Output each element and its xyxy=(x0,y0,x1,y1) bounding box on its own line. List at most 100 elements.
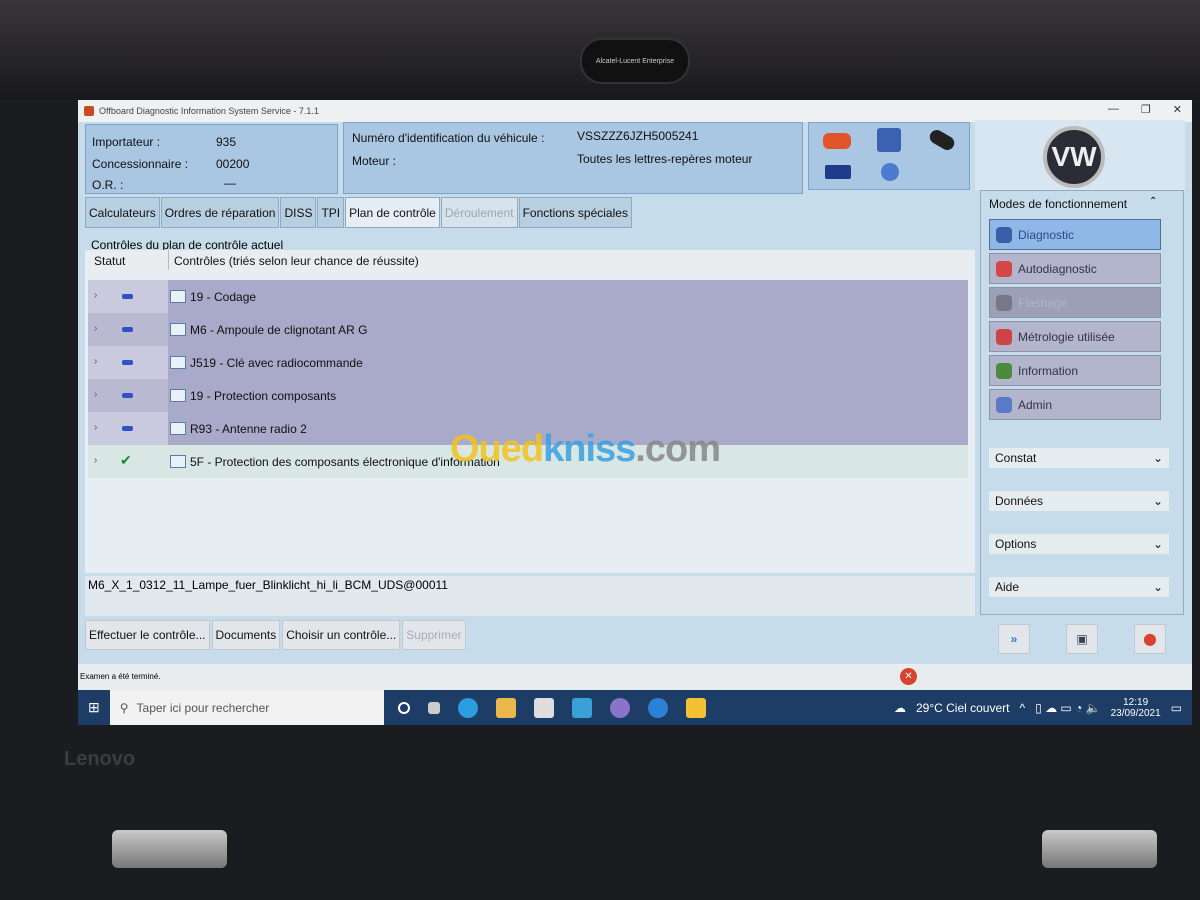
pending-status-icon xyxy=(122,360,133,365)
section-label: Constat xyxy=(995,451,1037,465)
vin-label: Numéro d'identification du véhicule : xyxy=(352,131,545,145)
windows-start-icon[interactable]: ⊞ xyxy=(88,699,100,716)
control-label: J519 - Clé avec radiocommande xyxy=(190,355,363,370)
tab-calculateurs[interactable]: Calculateurs xyxy=(85,197,160,228)
left-hinge xyxy=(112,830,227,868)
gauge-icon xyxy=(996,328,1012,345)
tab-fonctions-speciales[interactable]: Fonctions spéciales xyxy=(518,197,632,228)
search-icon: ⚲ xyxy=(119,700,129,715)
table-row[interactable]: › 19 - Codage xyxy=(88,280,968,313)
taskbar-search[interactable]: ⚲ Taper ici pour rechercher xyxy=(109,690,384,725)
collapse-icon[interactable]: ⌃ xyxy=(1149,196,1157,207)
network-icon[interactable] xyxy=(877,128,901,152)
teamviewer-icon[interactable] xyxy=(647,697,668,718)
tab-deroulement: Déroulement xyxy=(440,197,518,228)
info-icon[interactable] xyxy=(881,163,899,181)
fullscreen-icon[interactable]: ▣ xyxy=(1066,624,1098,654)
control-icon xyxy=(170,356,186,369)
section-constat[interactable]: Constat ⌄ xyxy=(989,448,1169,468)
weather-text[interactable]: 29°C Ciel couvert xyxy=(916,701,1010,715)
file-explorer-icon[interactable] xyxy=(495,697,516,718)
supprimer-button: Supprimer xyxy=(402,620,466,650)
control-icon xyxy=(170,389,186,402)
table-row[interactable]: › 19 - Protection composants xyxy=(88,379,968,412)
table-row[interactable]: › J519 - Clé avec radiocommande xyxy=(88,346,968,379)
key-icon[interactable] xyxy=(927,127,957,153)
taskbar: ⊞ ⚲ Taper ici pour rechercher ☁ 29°C Cie… xyxy=(78,690,1192,725)
notifications-icon[interactable]: ▭ xyxy=(1171,701,1182,715)
expand-icon[interactable]: › xyxy=(94,389,97,400)
section-donnees[interactable]: Données ⌄ xyxy=(989,491,1169,511)
app-icon xyxy=(84,106,94,116)
mode-autodiagnostic[interactable]: Autodiagnostic xyxy=(989,253,1161,284)
column-controles[interactable]: Contrôles (triés selon leur chance de ré… xyxy=(168,250,968,270)
time: 12:19 xyxy=(1123,696,1149,708)
odis-taskbar-icon[interactable] xyxy=(685,697,706,718)
autodiag-icon xyxy=(996,260,1012,277)
expand-icon[interactable]: › xyxy=(94,422,97,433)
expand-icon[interactable]: › xyxy=(94,290,97,301)
section-options[interactable]: Options ⌄ xyxy=(989,534,1169,554)
mode-information[interactable]: Information xyxy=(989,355,1161,386)
minimize-button[interactable]: — xyxy=(1108,103,1119,116)
tab-plan-de-controle[interactable]: Plan de contrôle xyxy=(345,197,440,228)
forward-icon[interactable]: » xyxy=(998,624,1030,654)
section-label: Données xyxy=(995,494,1044,508)
control-label: R93 - Antenne radio 2 xyxy=(190,421,307,436)
status-bar: Examen a été terminé. ✕ xyxy=(78,664,1192,690)
tray-overflow-icon[interactable]: ^ xyxy=(1019,701,1025,715)
close-icon[interactable]: ⬤ xyxy=(1134,624,1166,654)
edge-icon[interactable] xyxy=(457,697,478,718)
tray-icons[interactable]: ▯ ☁ ▭ ◔ 🔈 xyxy=(1035,701,1100,715)
expand-chevron-icon: ⌄ xyxy=(1152,451,1163,465)
viber-icon[interactable] xyxy=(609,697,630,718)
moteur-value: Toutes les lettres-repères moteur xyxy=(577,152,753,166)
control-cell: J519 - Clé avec radiocommande xyxy=(168,346,968,379)
section-aide[interactable]: Aide ⌄ xyxy=(989,577,1169,597)
vw-logo: VW xyxy=(1043,126,1105,188)
control-icon xyxy=(170,422,186,435)
maximize-button[interactable]: ❐ xyxy=(1141,103,1151,116)
brand-area: VW xyxy=(975,120,1185,190)
store-icon[interactable] xyxy=(533,697,554,718)
expand-icon[interactable]: › xyxy=(94,356,97,367)
close-window-button[interactable]: ✕ xyxy=(1173,103,1182,116)
control-label: 19 - Protection composants xyxy=(190,388,337,403)
expand-icon[interactable]: › xyxy=(94,455,97,466)
choisir-controle-button[interactable]: Choisir un contrôle... xyxy=(282,620,401,650)
or-label: O.R. : xyxy=(92,178,124,192)
expand-chevron-icon: ⌄ xyxy=(1152,537,1163,551)
tab-ordres-de-reparation[interactable]: Ordres de réparation xyxy=(160,197,280,228)
section-label: Aide xyxy=(995,580,1020,594)
table-row[interactable]: › M6 - Ampoule de clignotant AR G xyxy=(88,313,968,346)
error-icon[interactable]: ✕ xyxy=(900,668,917,685)
mode-flashage: Flashage xyxy=(989,287,1161,318)
documents-button[interactable]: Documents xyxy=(211,620,281,650)
detail-text: M6_X_1_0312_11_Lampe_fuer_Blinklicht_hi_… xyxy=(85,576,975,616)
vehicle-info: Numéro d'identification du véhicule : VS… xyxy=(343,122,803,194)
pending-status-icon xyxy=(122,393,133,398)
effectuer-controle-button[interactable]: Effectuer le contrôle... xyxy=(85,620,210,650)
mail-icon[interactable] xyxy=(571,697,592,718)
cortana-icon[interactable] xyxy=(397,701,410,714)
mode-metrologie[interactable]: Métrologie utilisée xyxy=(989,321,1161,352)
mode-diagnostic[interactable]: Diagnostic xyxy=(989,219,1161,250)
car-icon[interactable] xyxy=(823,133,851,149)
books-icon xyxy=(996,362,1012,379)
expand-icon[interactable]: › xyxy=(94,323,97,334)
moteur-label: Moteur : xyxy=(352,154,397,168)
column-statut[interactable]: Statut xyxy=(94,254,125,268)
usb-icon[interactable] xyxy=(825,165,851,179)
tab-tpi[interactable]: TPI xyxy=(317,197,345,228)
clock[interactable]: 12:19 23/09/2021 xyxy=(1111,697,1161,719)
weather-icon: ☁ xyxy=(893,700,906,715)
mode-label: Métrologie utilisée xyxy=(1018,329,1115,344)
control-label: 19 - Codage xyxy=(190,289,257,304)
mode-admin[interactable]: Admin xyxy=(989,389,1161,420)
action-buttons: Effectuer le contrôle... Documents Chois… xyxy=(85,620,466,650)
toolbar-icons xyxy=(808,122,970,190)
control-cell: M6 - Ampoule de clignotant AR G xyxy=(168,313,968,346)
tab-diss[interactable]: DISS xyxy=(280,197,317,228)
task-view-icon[interactable] xyxy=(427,701,440,714)
control-icon xyxy=(170,323,186,336)
